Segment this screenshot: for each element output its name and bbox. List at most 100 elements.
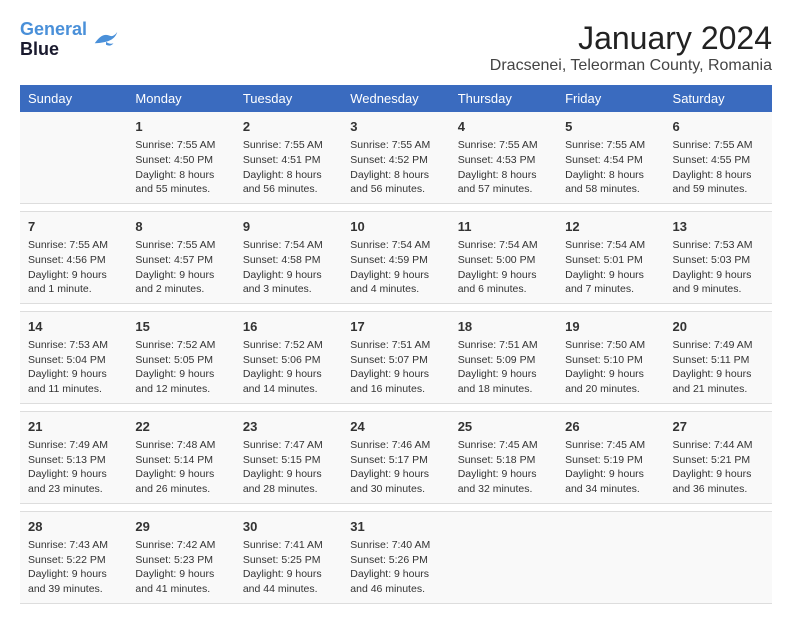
- calendar-week-row: 14 Sunrise: 7:53 AMSunset: 5:04 PMDayligh…: [20, 311, 772, 403]
- day-info: Sunrise: 7:55 AMSunset: 4:53 PMDaylight:…: [458, 138, 549, 197]
- day-info: Sunrise: 7:54 AMSunset: 5:00 PMDaylight:…: [458, 238, 549, 297]
- day-info: Sunrise: 7:53 AMSunset: 5:04 PMDaylight:…: [28, 338, 119, 397]
- day-info: Sunrise: 7:52 AMSunset: 5:05 PMDaylight:…: [135, 338, 226, 397]
- calendar-cell: 19Sunrise: 7:50 AMSunset: 5:10 PMDayligh…: [557, 311, 664, 403]
- day-info: Sunrise: 7:54 AMSunset: 5:01 PMDaylight:…: [565, 238, 656, 297]
- week-separator: [20, 403, 772, 411]
- calendar-cell: 10 Sunrise: 7:54 AMSunset: 4:59 PMDayligh…: [342, 211, 449, 303]
- day-info: Sunrise: 7:42 AMSunset: 5:23 PMDaylight:…: [135, 538, 226, 597]
- day-info: Sunrise: 7:44 AMSunset: 5:21 PMDaylight:…: [673, 438, 764, 497]
- calendar-cell: 23 Sunrise: 7:47 AMSunset: 5:15 PMDayligh…: [235, 411, 342, 503]
- day-number: 1: [135, 118, 226, 136]
- separator-cell: [20, 303, 772, 311]
- day-info: Sunrise: 7:52 AMSunset: 5:06 PMDaylight:…: [243, 338, 334, 397]
- day-info: Sunrise: 7:41 AMSunset: 5:25 PMDaylight:…: [243, 538, 334, 597]
- day-number: 15: [135, 318, 226, 336]
- day-number: 7: [28, 218, 119, 236]
- calendar-cell: 27 Sunrise: 7:44 AMSunset: 5:21 PMDayligh…: [665, 411, 772, 503]
- calendar-cell: 5 Sunrise: 7:55 AMSunset: 4:54 PMDaylight…: [557, 112, 664, 203]
- separator-cell: [20, 203, 772, 211]
- calendar-cell: [557, 511, 664, 603]
- day-number: 18: [458, 318, 549, 336]
- calendar-cell: 11 Sunrise: 7:54 AMSunset: 5:00 PMDayligh…: [450, 211, 557, 303]
- week-separator: [20, 303, 772, 311]
- day-number: 2: [243, 118, 334, 136]
- calendar-cell: 20 Sunrise: 7:49 AMSunset: 5:11 PMDayligh…: [665, 311, 772, 403]
- separator-cell: [20, 403, 772, 411]
- day-number: 8: [135, 218, 226, 236]
- day-info: Sunrise: 7:47 AMSunset: 5:15 PMDaylight:…: [243, 438, 334, 497]
- day-number: 16: [243, 318, 334, 336]
- day-number: 30: [243, 518, 334, 536]
- day-info: Sunrise: 7:49 AMSunset: 5:11 PMDaylight:…: [673, 338, 764, 397]
- week-separator: [20, 203, 772, 211]
- day-number: 28: [28, 518, 119, 536]
- day-number: 26: [565, 418, 656, 436]
- day-number: 19: [565, 318, 656, 336]
- calendar-week-row: 1Sunrise: 7:55 AMSunset: 4:50 PMDaylight…: [20, 112, 772, 203]
- day-number: 13: [673, 218, 764, 236]
- calendar-cell: 26 Sunrise: 7:45 AMSunset: 5:19 PMDayligh…: [557, 411, 664, 503]
- day-info: Sunrise: 7:55 AMSunset: 4:51 PMDaylight:…: [243, 138, 334, 197]
- day-number: 21: [28, 418, 119, 436]
- day-number: 17: [350, 318, 441, 336]
- page-header: GeneralBlue January 2024 Dracsenei, Tele…: [20, 20, 772, 75]
- day-number: 6: [673, 118, 764, 136]
- calendar-header-row: SundayMondayTuesdayWednesdayThursdayFrid…: [20, 85, 772, 112]
- calendar-week-row: 7 Sunrise: 7:55 AMSunset: 4:56 PMDaylight…: [20, 211, 772, 303]
- day-info: Sunrise: 7:45 AMSunset: 5:19 PMDaylight:…: [565, 438, 656, 497]
- calendar-cell: 24Sunrise: 7:46 AMSunset: 5:17 PMDayligh…: [342, 411, 449, 503]
- calendar-cell: [665, 511, 772, 603]
- calendar-cell: 18 Sunrise: 7:51 AMSunset: 5:09 PMDayligh…: [450, 311, 557, 403]
- title-block: January 2024 Dracsenei, Teleorman County…: [490, 20, 772, 75]
- calendar-cell: 29Sunrise: 7:42 AMSunset: 5:23 PMDayligh…: [127, 511, 234, 603]
- calendar-cell: 1Sunrise: 7:55 AMSunset: 4:50 PMDaylight…: [127, 112, 234, 203]
- logo: GeneralBlue: [20, 20, 121, 60]
- day-number: 27: [673, 418, 764, 436]
- day-info: Sunrise: 7:51 AMSunset: 5:09 PMDaylight:…: [458, 338, 549, 397]
- day-number: 10: [350, 218, 441, 236]
- day-number: 20: [673, 318, 764, 336]
- calendar-week-row: 28Sunrise: 7:43 AMSunset: 5:22 PMDayligh…: [20, 511, 772, 603]
- day-number: 25: [458, 418, 549, 436]
- day-info: Sunrise: 7:55 AMSunset: 4:57 PMDaylight:…: [135, 238, 226, 297]
- calendar-cell: 31Sunrise: 7:40 AMSunset: 5:26 PMDayligh…: [342, 511, 449, 603]
- header-thursday: Thursday: [450, 85, 557, 112]
- day-info: Sunrise: 7:55 AMSunset: 4:54 PMDaylight:…: [565, 138, 656, 197]
- separator-cell: [20, 503, 772, 511]
- day-info: Sunrise: 7:54 AMSunset: 4:58 PMDaylight:…: [243, 238, 334, 297]
- header-friday: Friday: [557, 85, 664, 112]
- calendar-cell: 25 Sunrise: 7:45 AMSunset: 5:18 PMDayligh…: [450, 411, 557, 503]
- calendar-cell: 15 Sunrise: 7:52 AMSunset: 5:05 PMDayligh…: [127, 311, 234, 403]
- calendar-cell: 9Sunrise: 7:54 AMSunset: 4:58 PMDaylight…: [235, 211, 342, 303]
- calendar-cell: 22Sunrise: 7:48 AMSunset: 5:14 PMDayligh…: [127, 411, 234, 503]
- day-number: 14: [28, 318, 119, 336]
- header-sunday: Sunday: [20, 85, 127, 112]
- header-monday: Monday: [127, 85, 234, 112]
- calendar-cell: 30 Sunrise: 7:41 AMSunset: 5:25 PMDayligh…: [235, 511, 342, 603]
- week-separator: [20, 503, 772, 511]
- header-wednesday: Wednesday: [342, 85, 449, 112]
- calendar-cell: 3Sunrise: 7:55 AMSunset: 4:52 PMDaylight…: [342, 112, 449, 203]
- day-number: 23: [243, 418, 334, 436]
- day-info: Sunrise: 7:55 AMSunset: 4:56 PMDaylight:…: [28, 238, 119, 297]
- day-number: 4: [458, 118, 549, 136]
- calendar-cell: 2 Sunrise: 7:55 AMSunset: 4:51 PMDaylight…: [235, 112, 342, 203]
- calendar-cell: 17Sunrise: 7:51 AMSunset: 5:07 PMDayligh…: [342, 311, 449, 403]
- day-info: Sunrise: 7:54 AMSunset: 4:59 PMDaylight:…: [350, 238, 441, 297]
- page-title: January 2024: [490, 20, 772, 57]
- day-number: 31: [350, 518, 441, 536]
- page-subtitle: Dracsenei, Teleorman County, Romania: [490, 57, 772, 75]
- day-number: 11: [458, 218, 549, 236]
- day-info: Sunrise: 7:46 AMSunset: 5:17 PMDaylight:…: [350, 438, 441, 497]
- logo-bird-icon: [91, 27, 121, 52]
- day-info: Sunrise: 7:45 AMSunset: 5:18 PMDaylight:…: [458, 438, 549, 497]
- calendar-cell: 4 Sunrise: 7:55 AMSunset: 4:53 PMDaylight…: [450, 112, 557, 203]
- calendar-cell: 8 Sunrise: 7:55 AMSunset: 4:57 PMDaylight…: [127, 211, 234, 303]
- day-number: 12: [565, 218, 656, 236]
- logo-text: GeneralBlue: [20, 20, 87, 60]
- calendar-table: SundayMondayTuesdayWednesdayThursdayFrid…: [20, 85, 772, 604]
- day-number: 5: [565, 118, 656, 136]
- header-tuesday: Tuesday: [235, 85, 342, 112]
- calendar-week-row: 21Sunrise: 7:49 AMSunset: 5:13 PMDayligh…: [20, 411, 772, 503]
